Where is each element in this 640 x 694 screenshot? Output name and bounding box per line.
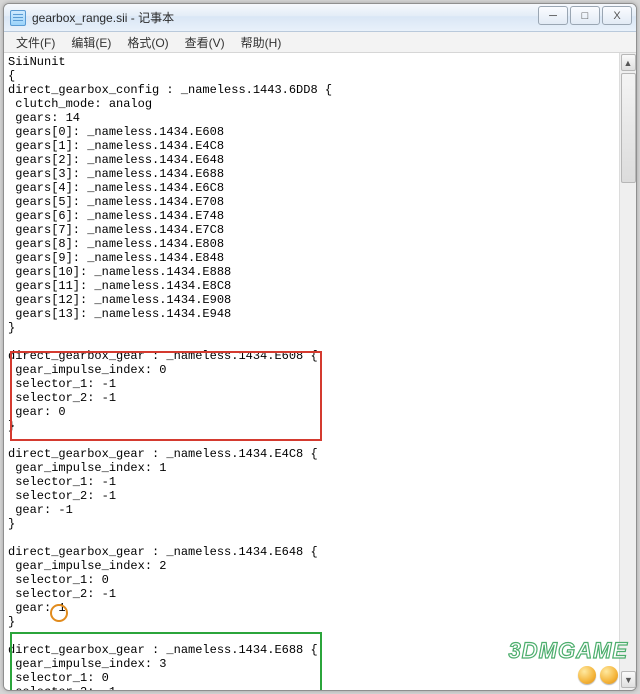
title-filename: gearbox_range.sii [32,11,127,25]
menu-view[interactable]: 查看(V) [177,32,233,53]
notepad-icon [10,10,26,26]
titlebar[interactable]: gearbox_range.sii - 记事本 ─ □ X [4,4,636,32]
scroll-up-icon[interactable]: ▲ [621,54,636,71]
title-appname: 记事本 [138,11,174,25]
vertical-scrollbar[interactable]: ▲ ▼ [619,53,636,690]
text-content[interactable]: SiiNunit { direct_gearbox_config : _name… [4,53,619,690]
menu-edit[interactable]: 编辑(E) [63,32,119,53]
minimize-button[interactable]: ─ [538,6,568,25]
menu-format[interactable]: 格式(O) [119,32,176,53]
menubar: 文件(F) 编辑(E) 格式(O) 查看(V) 帮助(H) [4,32,636,53]
menu-help[interactable]: 帮助(H) [233,32,290,53]
scroll-thumb[interactable] [621,73,636,183]
window-title: gearbox_range.sii - 记事本 [32,9,174,26]
maximize-button[interactable]: □ [570,6,600,25]
menu-file[interactable]: 文件(F) [8,32,63,53]
window-controls: ─ □ X [538,6,632,25]
notepad-window: gearbox_range.sii - 记事本 ─ □ X 文件(F) 编辑(E… [3,3,637,691]
editor-area: SiiNunit { direct_gearbox_config : _name… [4,53,636,690]
scroll-down-icon[interactable]: ▼ [621,671,636,688]
close-button[interactable]: X [602,6,632,25]
